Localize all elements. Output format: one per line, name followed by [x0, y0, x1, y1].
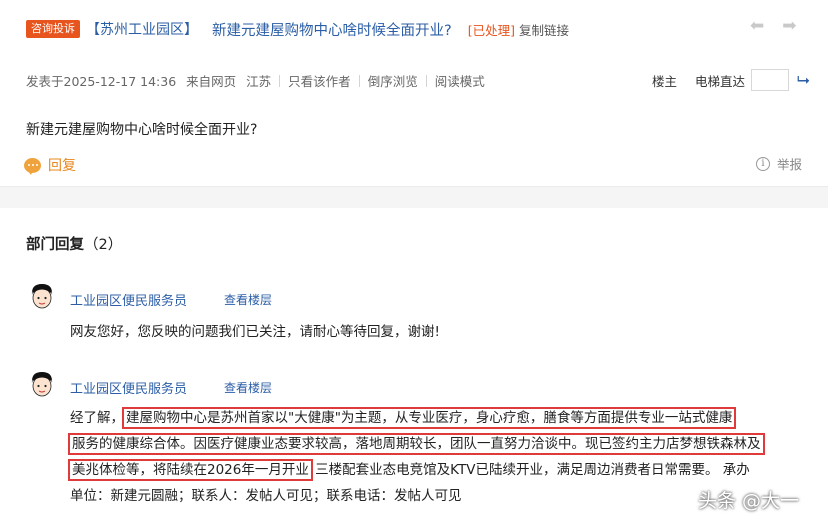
floor-jump-input[interactable]: [751, 69, 790, 91]
arrow-right-icon[interactable]: ➡: [782, 16, 796, 36]
status-badge: [已处理]: [467, 22, 515, 38]
replier-name[interactable]: 工业园区便民服务员: [70, 290, 187, 309]
elevator-label: 电梯直达: [695, 73, 746, 89]
watermark: 头条 @大一: [698, 490, 800, 512]
replier-name[interactable]: 工业园区便民服务员: [70, 378, 187, 397]
thread-title-row: 咨询投诉 【苏州工业园区】 新建元建屋购物中心啥时候全面开业? [已处理] 复制…: [26, 17, 569, 41]
post-location: 江苏: [246, 74, 272, 89]
post-source: 来自网页: [186, 74, 237, 89]
thread-header: 咨询投诉 【苏州工业园区】 新建元建屋购物中心啥时候全面开业? [已处理] 复制…: [0, 0, 828, 204]
go-icon[interactable]: ⮡: [797, 70, 810, 90]
reply-line: 服务的健康综合体。因医疗健康业态要求较高，落地周期较长，团队一直努力洽谈中。现已…: [68, 431, 810, 457]
author-only-link[interactable]: 只看该作者: [288, 71, 351, 90]
thread-title[interactable]: 新建元建屋购物中心啥时候全面开业?: [212, 19, 452, 40]
post-body: 新建元建屋购物中心啥时候全面开业?: [26, 122, 258, 138]
region-link[interactable]: 【苏州工业园区】: [86, 19, 198, 39]
reply-button[interactable]: 回复: [24, 155, 76, 175]
department-replies-heading: 部门回复（2）: [26, 233, 122, 254]
highlighted-text: 建屋购物中心是苏州首家以"大健康"为主题，从专业医疗，身心疗愈，膳食等方面提供专…: [121, 407, 737, 429]
highlighted-text: 服务的健康综合体。因医疗健康业态要求较高，落地周期较长，团队一直努力洽谈中。现已…: [68, 433, 765, 455]
post-meta: 发表于2025-12-17 14:36 来自网页 江苏 只看该作者 倒序浏览 阅…: [26, 71, 485, 90]
info-icon: i: [756, 156, 770, 171]
reverse-order-link[interactable]: 倒序浏览: [368, 71, 418, 90]
divider: [425, 74, 427, 87]
reply-line: 经了解， 建屋购物中心是苏州首家以"大健康"为主题，从专业医疗，身心疗愈，膳食等方…: [70, 405, 810, 431]
divider: [358, 74, 360, 87]
reply-intro: 经了解，: [70, 410, 124, 426]
read-mode-link[interactable]: 阅读模式: [435, 71, 485, 90]
department-replies-title: 部门回复: [26, 237, 84, 253]
reply-count: （2）: [84, 237, 123, 253]
reply-label: 回复: [48, 158, 76, 174]
arrow-left-icon[interactable]: ⬅: [750, 16, 764, 36]
comment-icon: [24, 157, 41, 175]
avatar[interactable]: [29, 370, 55, 398]
copy-link[interactable]: 复制链接: [519, 20, 569, 39]
reply-line: 美兆体检等，将陆续在2026年一月开业 三楼配套业态电竞馆及KTV已陆续开业，满…: [68, 457, 810, 483]
category-tag[interactable]: 咨询投诉: [26, 20, 80, 38]
divider: [279, 74, 281, 87]
floor-owner-label[interactable]: 楼主: [652, 71, 677, 90]
report-button[interactable]: i 举报: [756, 154, 802, 173]
contact-info: 单位：新建元圆融；联系人：发帖人可见；联系电话：发帖人可见: [70, 488, 462, 504]
post-time: 发表于2025-12-17 14:36: [26, 74, 177, 89]
floor-controls: 楼主 电梯直达 ⮡: [652, 69, 810, 91]
section-divider: [0, 186, 828, 208]
avatar[interactable]: [29, 282, 55, 310]
view-floor-link[interactable]: 查看楼层: [224, 291, 272, 308]
highlighted-text: 美兆体检等，将陆续在2026年一月开业: [68, 459, 313, 481]
report-label: 举报: [777, 157, 803, 172]
reply-text-tail: 三楼配套业态电竞馆及KTV已陆续开业，满足周边消费者日常需要。 承办: [315, 462, 750, 478]
thread-nav: ⬅ ➡: [750, 16, 797, 36]
view-floor-link[interactable]: 查看楼层: [224, 379, 272, 396]
reply-text: 网友您好，您反映的问题我们已关注，请耐心等待回复，谢谢!: [70, 324, 440, 340]
